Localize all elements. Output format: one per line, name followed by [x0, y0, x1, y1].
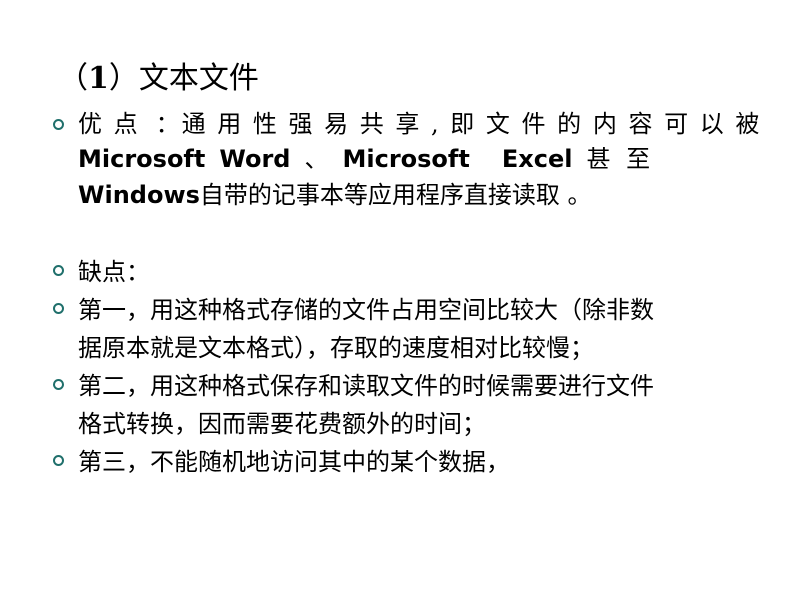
app-microsoft-2: Microsoft: [342, 145, 470, 173]
slide-body: 优 点 ：通 用 性 强 易 共 享 , 即 文 件 的 内 容 可 以 被 Mi…: [48, 108, 774, 481]
bullet-advantages: 优 点 ：通 用 性 强 易 共 享 , 即 文 件 的 内 容 可 以 被 Mi…: [48, 108, 774, 213]
separator-ideographic-comma: 、: [304, 145, 329, 173]
disadvantage-second-line-1: 第二，用这种格式保存和读取文件的时候需要进行文件: [78, 372, 654, 400]
slide-canvas: （1）文本文件 优 点 ：通 用 性 强 易 共 享 , 即 文 件 的 内 容 …: [0, 0, 800, 600]
advantage-line-1: 优 点 ：通 用 性 强 易 共 享 , 即 文 件 的 内 容 可 以 被: [78, 108, 774, 141]
advantage-line-2-tail: 甚 至: [586, 145, 655, 173]
disadvantage-third-line-1: 第三，不能随机地访问其中的某个数据，: [78, 448, 510, 476]
disadvantage-second-line-2: 格式转换，因而需要花费额外的时间；: [78, 410, 486, 438]
bullet-disadvantage-second: 第二，用这种格式保存和读取文件的时候需要进行文件 格式转换，因而需要花费额外的时…: [48, 367, 774, 443]
disadvantage-first-line-1: 第一，用这种格式存储的文件占用空间比较大（除非数: [78, 296, 654, 324]
bullet-circle-icon: [53, 119, 64, 130]
app-excel: Excel: [501, 145, 573, 173]
advantage-line-3-rest: 自带的记事本等应用程序直接读取 。: [199, 181, 592, 209]
advantage-line-2: Microsoft Word 、 Microsoft Excel 甚 至: [78, 141, 774, 177]
os-windows: Windows: [78, 181, 200, 209]
bullet-disadvantage-third: 第三，不能随机地访问其中的某个数据，: [48, 443, 774, 481]
bullet-circle-icon: [53, 265, 64, 276]
bullet-disadvantage-first: 第一，用这种格式存储的文件占用空间比较大（除非数 据原本就是文本格式），存取的速…: [48, 291, 774, 367]
title-prefix: （: [58, 61, 88, 96]
app-microsoft-word-1: Microsoft: [78, 145, 206, 173]
bullet-disadvantages-heading: 缺点：: [48, 253, 774, 291]
advantage-label: 优 点: [78, 110, 140, 138]
title-number: 1: [88, 61, 109, 96]
slide-title: （1）文本文件: [58, 62, 259, 96]
advantage-line-3: Windows自带的记事本等应用程序直接读取 。: [78, 177, 774, 213]
bullet-circle-icon: [53, 379, 64, 390]
disadvantage-heading-line: 缺点：: [78, 258, 150, 286]
advantage-line-1-rest: ：通 用 性 强 易 共 享 , 即 文 件 的 内 容 可 以 被: [155, 110, 762, 138]
bullet-circle-icon: [53, 303, 64, 314]
bullet-circle-icon: [53, 455, 64, 466]
title-suffix: ）文本文件: [108, 61, 259, 96]
app-word: Word: [219, 145, 291, 173]
disadvantage-first-line-2: 据原本就是文本格式），存取的速度相对比较慢；: [78, 334, 594, 362]
